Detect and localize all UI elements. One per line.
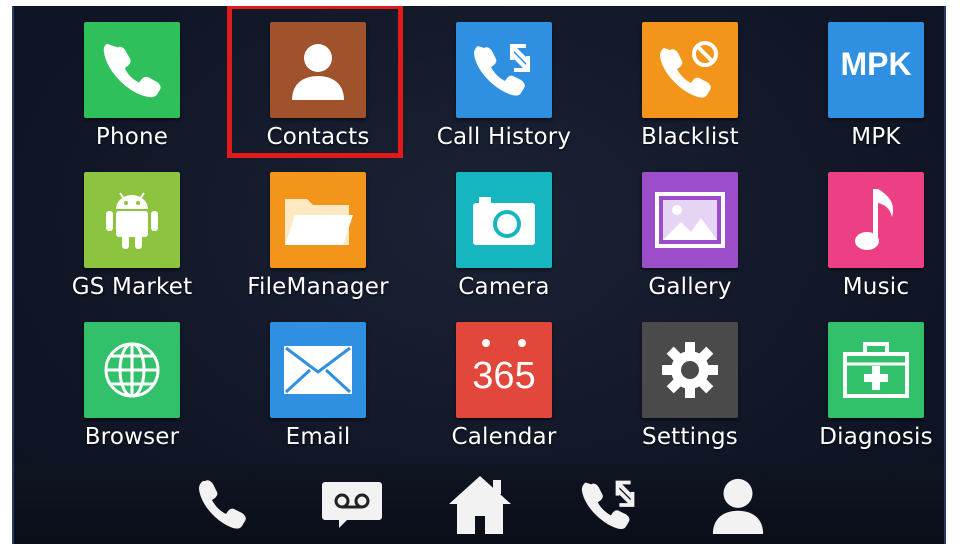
app-label: Call History (436, 124, 572, 150)
mpk-icon-text: MPK (840, 46, 912, 82)
first-aid-kit-icon (828, 322, 924, 418)
app-email[interactable]: Email (230, 310, 410, 455)
call-history-icon (581, 480, 635, 529)
dock-call-history-button[interactable] (572, 470, 648, 540)
app-label: Contacts (266, 124, 370, 150)
calendar-icon-text: 365 (472, 354, 536, 397)
app-phone[interactable]: Phone (44, 10, 224, 155)
dock-home-button[interactable] (442, 470, 518, 540)
app-mpk[interactable]: MPK MPK (788, 10, 944, 155)
launcher-screen: Phone Contacts Call History Blacklist MP… (12, 6, 946, 544)
mpk-icon: MPK (828, 22, 924, 118)
app-settings[interactable]: Settings (602, 310, 782, 455)
app-label: Gallery (648, 274, 732, 300)
globe-icon (84, 322, 180, 418)
envelope-icon (270, 322, 366, 418)
app-music[interactable]: Music (788, 160, 944, 305)
app-camera[interactable]: Camera (416, 160, 596, 305)
app-blacklist[interactable]: Blacklist (602, 10, 782, 155)
app-gs-market[interactable]: GS Market (44, 160, 224, 305)
app-label: Calendar (451, 424, 557, 450)
gear-icon (642, 322, 738, 418)
app-label: MPK (851, 124, 901, 150)
app-browser[interactable]: Browser (44, 310, 224, 455)
calendar-icon: 365 (456, 322, 552, 418)
app-label: Settings (642, 424, 738, 450)
dock-phone-button[interactable] (185, 470, 261, 540)
app-gallery[interactable]: Gallery (602, 160, 782, 305)
app-label: Diagnosis (819, 424, 933, 450)
contact-person-icon (712, 478, 764, 534)
app-calendar[interactable]: 365 Calendar (416, 310, 596, 455)
app-call-history[interactable]: Call History (416, 10, 596, 155)
app-file-manager[interactable]: FileManager (230, 160, 410, 305)
app-contacts[interactable]: Contacts (230, 10, 410, 155)
app-label: Music (842, 274, 910, 300)
app-label: FileManager (247, 274, 389, 300)
app-diagnosis[interactable]: Diagnosis (788, 310, 944, 455)
voicemail-icon (322, 482, 382, 528)
home-icon (449, 476, 511, 534)
contact-person-icon (270, 22, 366, 118)
app-label: GS Market (71, 274, 193, 300)
call-history-icon (456, 22, 552, 118)
app-label: Browser (84, 424, 180, 450)
picture-icon (642, 172, 738, 268)
app-label: Phone (95, 124, 169, 150)
phone-icon (199, 480, 246, 529)
bottom-dock (14, 464, 944, 544)
dock-voicemail-button[interactable] (314, 470, 390, 540)
dock-contacts-button[interactable] (700, 470, 776, 540)
blacklist-icon (642, 22, 738, 118)
folder-icon (270, 172, 366, 268)
app-label: Blacklist (641, 124, 739, 150)
phone-icon (84, 22, 180, 118)
camera-icon (456, 172, 552, 268)
app-label: Camera (458, 274, 550, 300)
android-icon (84, 172, 180, 268)
app-label: Email (285, 424, 351, 450)
music-note-icon (828, 172, 924, 268)
